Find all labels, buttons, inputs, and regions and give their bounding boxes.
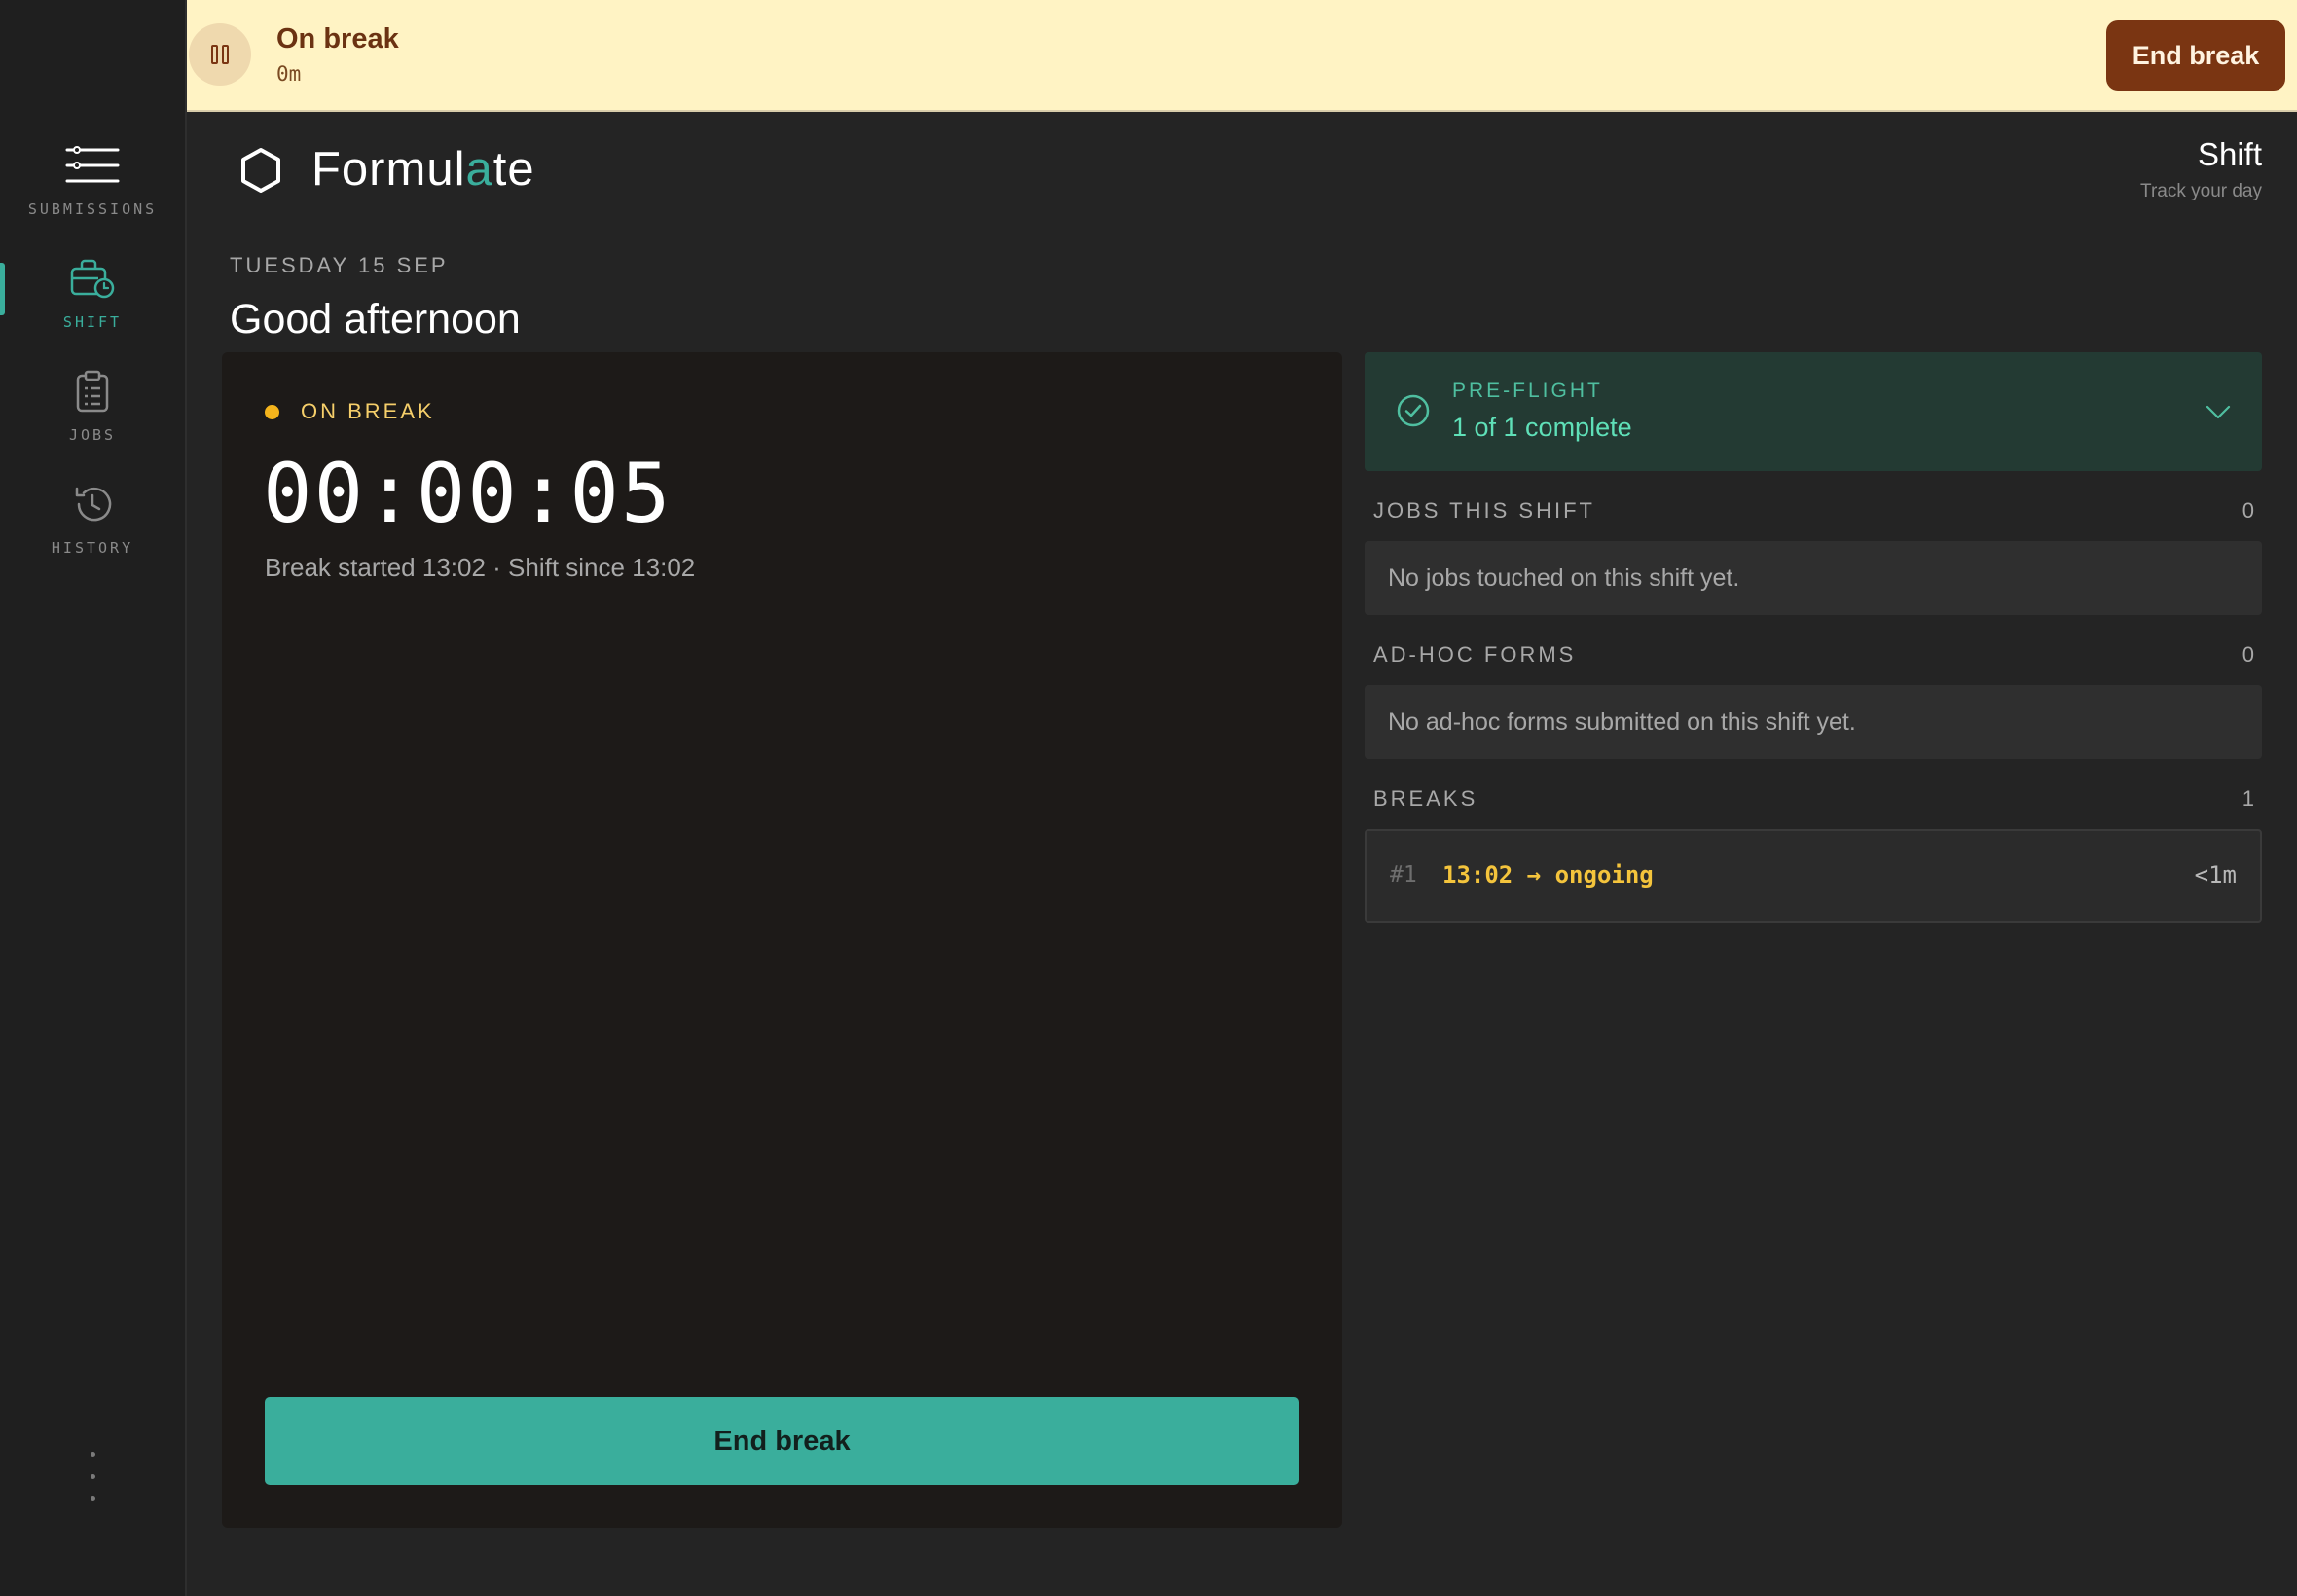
- banner-elapsed: 0m: [276, 62, 302, 86]
- logo-accent: a: [465, 143, 493, 196]
- preflight-status: 1 of 1 complete: [1452, 413, 1632, 442]
- status-label: ON BREAK: [301, 399, 435, 423]
- breaks-section-title: BREAKS: [1373, 786, 1478, 811]
- status-dot-icon: [265, 404, 279, 419]
- vertical-ellipsis-icon[interactable]: [79, 1452, 106, 1501]
- break-banner: On break 0m End break: [187, 0, 2297, 112]
- status-row: ON BREAK: [265, 399, 435, 424]
- hexagon-icon: [238, 146, 283, 195]
- jobs-section-header: JOBS THIS SHIFT 0: [1373, 498, 2254, 524]
- break-timer-card: ON BREAK 00:00:05 Break started 13:02 · …: [222, 352, 1342, 1528]
- page-title: Shift: [2197, 136, 2262, 172]
- sidebar-item-jobs[interactable]: JOBS: [0, 360, 185, 461]
- preflight-panel[interactable]: PRE-FLIGHT 1 of 1 complete: [1365, 352, 2262, 471]
- adhoc-count: 0: [2242, 642, 2254, 667]
- adhoc-empty-state: No ad-hoc forms submitted on this shift …: [1365, 685, 2262, 759]
- adhoc-section-header: AD-HOC FORMS 0: [1373, 642, 2254, 668]
- pause-icon: [189, 23, 251, 86]
- sidebar: SUBMISSIONS SHIFT JOBS HISTORY: [0, 0, 187, 1596]
- chevron-down-icon: [2204, 397, 2233, 426]
- breaks-count: 1: [2242, 786, 2254, 811]
- banner-title: On break: [276, 23, 399, 54]
- banner-end-break-button[interactable]: End break: [2106, 20, 2285, 91]
- end-break-button[interactable]: End break: [265, 1397, 1299, 1485]
- clipboard-list-icon: [63, 362, 122, 420]
- jobs-section-title: JOBS THIS SHIFT: [1373, 498, 1595, 523]
- jobs-count: 0: [2242, 498, 2254, 523]
- logo-suffix: te: [492, 143, 535, 196]
- preflight-label: PRE-FLIGHT: [1452, 380, 1603, 402]
- logo-prefix: Formul: [311, 143, 466, 196]
- app-logo: Formulate: [311, 142, 535, 197]
- sidebar-item-label: SHIFT: [62, 313, 123, 331]
- greeting-heading: Good afternoon: [230, 296, 521, 343]
- sidebar-item-label: HISTORY: [51, 539, 134, 557]
- check-circle-icon: [1396, 393, 1431, 428]
- briefcase-clock-icon: [63, 249, 122, 308]
- adhoc-section-title: AD-HOC FORMS: [1373, 642, 1577, 667]
- breaks-section-header: BREAKS 1: [1373, 786, 2254, 812]
- jobs-empty-state: No jobs touched on this shift yet.: [1365, 541, 2262, 615]
- history-icon: [63, 475, 122, 533]
- timer-meta: Break started 13:02 · Shift since 13:02: [265, 553, 696, 582]
- break-range: 13:02 → ongoing: [1442, 861, 1654, 889]
- sidebar-item-label: JOBS: [68, 426, 117, 444]
- page-subtitle: Track your day: [2140, 181, 2262, 201]
- sidebar-item-label: SUBMISSIONS: [27, 200, 158, 218]
- break-row[interactable]: #1 13:02 → ongoing <1m: [1365, 829, 2262, 923]
- sliders-icon: [63, 136, 122, 195]
- break-duration: <1m: [2194, 861, 2237, 889]
- sidebar-item-history[interactable]: HISTORY: [0, 473, 185, 574]
- break-index: #1: [1390, 862, 1417, 888]
- sidebar-item-shift[interactable]: SHIFT: [0, 247, 185, 348]
- break-timer: 00:00:05: [263, 446, 673, 541]
- date-label: TUESDAY 15 SEP: [230, 253, 449, 277]
- sidebar-item-submissions[interactable]: SUBMISSIONS: [0, 134, 185, 236]
